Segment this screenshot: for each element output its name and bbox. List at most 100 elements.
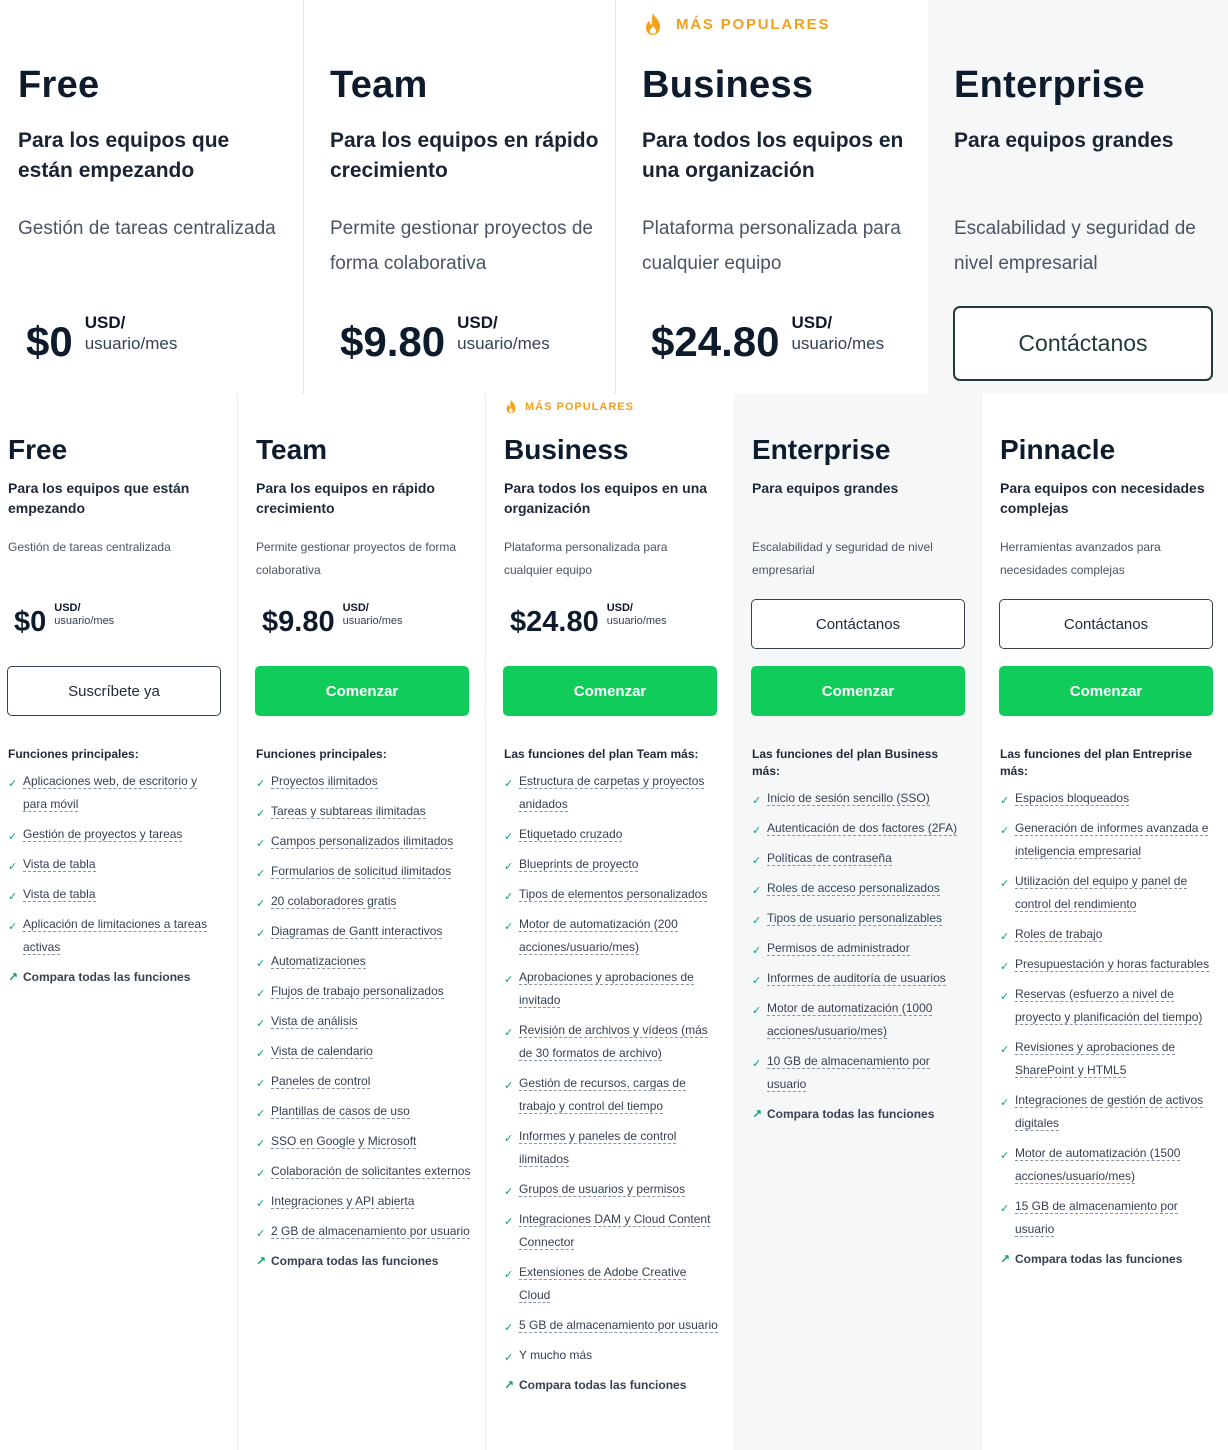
feature-item[interactable]: ✓ Tareas y subtareas ilimitadas: [256, 800, 471, 823]
contact-button[interactable]: Contáctanos: [751, 599, 965, 649]
features-heading: Las funciones del plan Team más:: [504, 747, 699, 761]
feature-item[interactable]: ✓ Colaboración de solicitantes externos: [256, 1160, 471, 1183]
feature-item[interactable]: ✓ Informes y paneles de control ilimitado…: [504, 1125, 719, 1171]
feature-label: Estructura de carpetas y proyectos anida…: [519, 774, 705, 812]
compare-features-link[interactable]: ↗ Compara todas las funciones: [504, 1374, 719, 1397]
feature-item[interactable]: ✓ Integraciones de gestión de activos dig…: [1000, 1089, 1215, 1135]
feature-item[interactable]: ✓ Gestión de recursos, cargas de trabajo …: [504, 1072, 719, 1118]
plan-price: $9.80 USD/usuario/mes: [262, 602, 403, 639]
check-icon: ✓: [504, 778, 514, 790]
feature-item[interactable]: ✓ Automatizaciones: [256, 950, 471, 973]
check-icon: ✓: [504, 1186, 514, 1198]
feature-item[interactable]: ✓ Extensiones de Adobe Creative Cloud: [504, 1261, 719, 1307]
feature-item[interactable]: ✓ Flujos de trabajo personalizados: [256, 980, 471, 1003]
feature-item[interactable]: ✓ Revisión de archivos y vídeos (más de 3…: [504, 1019, 719, 1065]
feature-item[interactable]: ✓ Aplicación de limitaciones a tareas act…: [8, 913, 223, 959]
feature-item[interactable]: ✓ Aplicaciones web, de escritorio y para …: [8, 770, 223, 816]
subscribe-button[interactable]: Suscríbete ya: [7, 666, 221, 716]
feature-item[interactable]: ✓ Políticas de contraseña: [752, 847, 967, 870]
plan-subtitle: Para todos los equipos en una organizaci…: [642, 129, 904, 182]
feature-item[interactable]: ✓ Vista de tabla: [8, 883, 223, 906]
feature-item[interactable]: ✓ Generación de informes avanzada e intel…: [1000, 817, 1215, 863]
feature-item[interactable]: ✓ 10 GB de almacenamiento por usuario: [752, 1050, 967, 1096]
feature-item[interactable]: ✓ 2 GB de almacenamiento por usuario: [256, 1220, 471, 1243]
feature-item[interactable]: ✓ Roles de trabajo: [1000, 923, 1215, 946]
plan-price: $24.80 USD/usuario/mes: [651, 312, 884, 366]
feature-item[interactable]: ✓ Motor de automatización (1000 acciones/…: [752, 997, 967, 1043]
feature-item[interactable]: ✓ Gestión de proyectos y tareas: [8, 823, 223, 846]
feature-item[interactable]: ✓ Presupuestación y horas facturables: [1000, 953, 1215, 976]
feature-item[interactable]: ✓ Formularios de solicitud ilimitados: [256, 860, 471, 883]
check-icon: ✓: [1000, 991, 1010, 1003]
compare-features-link[interactable]: ↗ Compara todas las funciones: [8, 966, 223, 989]
pricing-table: Free Para los equipos que están empezand…: [0, 394, 1228, 1450]
feature-item[interactable]: ✓ Proyectos ilimitados: [256, 770, 471, 793]
compare-features-link[interactable]: ↗ Compara todas las funciones: [256, 1250, 471, 1273]
feature-item[interactable]: ✓ Roles de acceso personalizados: [752, 877, 967, 900]
feature-item[interactable]: ✓ Revisiones y aprobaciones de SharePoint…: [1000, 1036, 1215, 1082]
contact-button[interactable]: Contáctanos: [999, 599, 1213, 649]
compare-label: Compara todas las funciones: [767, 1107, 935, 1121]
plan-name: Enterprise: [954, 64, 1145, 106]
feature-item[interactable]: ✓ Etiquetado cruzado: [504, 823, 719, 846]
feature-item[interactable]: ✓ 20 colaboradores gratis: [256, 890, 471, 913]
feature-item[interactable]: ✓ Vista de calendario: [256, 1040, 471, 1063]
check-icon: ✓: [1000, 931, 1010, 943]
feature-label: Reservas (esfuerzo a nivel de proyecto y…: [1015, 987, 1203, 1025]
popular-label: MÁS POPULARES: [525, 400, 634, 413]
feature-item[interactable]: ✓ Vista de tabla: [8, 853, 223, 876]
check-icon: ✓: [504, 1080, 514, 1092]
feature-item[interactable]: ✓ Estructura de carpetas y proyectos anid…: [504, 770, 719, 816]
feature-item[interactable]: ✓ Espacios bloqueados: [1000, 787, 1215, 810]
feature-item[interactable]: ✓ Autenticación de dos factores (2FA): [752, 817, 967, 840]
feature-label: Colaboración de solicitantes externos: [271, 1164, 471, 1179]
feature-label: Formularios de solicitud ilimitados: [271, 864, 452, 879]
check-icon: ✓: [504, 831, 514, 843]
check-icon: ✓: [504, 891, 514, 903]
start-button[interactable]: Comenzar: [751, 666, 965, 716]
start-button[interactable]: Comenzar: [999, 666, 1213, 716]
feature-item[interactable]: ✓ Integraciones y API abierta: [256, 1190, 471, 1213]
feature-label: Generación de informes avanzada e inteli…: [1015, 821, 1209, 859]
feature-item[interactable]: ✓ Inicio de sesión sencillo (SSO): [752, 787, 967, 810]
features-heading: Las funciones del plan Entreprise más:: [1000, 747, 1193, 778]
feature-item[interactable]: ✓ Aprobaciones y aprobaciones de invitado: [504, 966, 719, 1012]
feature-item[interactable]: ✓ 15 GB de almacenamiento por usuario: [1000, 1195, 1215, 1241]
feature-label: Vista de análisis: [271, 1014, 358, 1029]
feature-item[interactable]: ✓ Tipos de elementos personalizados: [504, 883, 719, 906]
feature-item[interactable]: ✓ Diagramas de Gantt interactivos: [256, 920, 471, 943]
feature-item[interactable]: ✓ Motor de automatización (1500 acciones/…: [1000, 1142, 1215, 1188]
feature-item[interactable]: ✓ Motor de automatización (200 acciones/u…: [504, 913, 719, 959]
plan-subtitle: Para los equipos que están empezando: [8, 480, 190, 516]
feature-item[interactable]: ✓ 5 GB de almacenamiento por usuario: [504, 1314, 719, 1337]
feature-item[interactable]: ✓ Reservas (esfuerzo a nivel de proyecto …: [1000, 983, 1215, 1029]
check-icon: ✓: [504, 1216, 514, 1228]
feature-item[interactable]: ✓ SSO en Google y Microsoft: [256, 1130, 471, 1153]
feature-label: Espacios bloqueados: [1015, 791, 1130, 806]
feature-item[interactable]: ✓ Y mucho más: [504, 1344, 719, 1367]
feature-label: Blueprints de proyecto: [519, 857, 639, 872]
plan-name: Business: [642, 64, 814, 106]
plan-price: $24.80 USD/usuario/mes: [510, 602, 667, 639]
feature-item[interactable]: ✓ Paneles de control: [256, 1070, 471, 1093]
column-divider: [981, 394, 982, 1450]
compare-features-link[interactable]: ↗ Compara todas las funciones: [752, 1103, 967, 1126]
feature-item[interactable]: ✓ Utilización del equipo y panel de contr…: [1000, 870, 1215, 916]
plan-name: Business: [504, 434, 629, 465]
start-button[interactable]: Comenzar: [503, 666, 717, 716]
feature-item[interactable]: ✓ Campos personalizados ilimitados: [256, 830, 471, 853]
compare-features-link[interactable]: ↗ Compara todas las funciones: [1000, 1248, 1215, 1271]
plan-description: Escalabilidad y seguridad de nivel empre…: [752, 540, 933, 577]
feature-label: Motor de automatización (1500 acciones/u…: [1015, 1146, 1181, 1184]
feature-item[interactable]: ✓ Grupos de usuarios y permisos: [504, 1178, 719, 1201]
feature-label: 5 GB de almacenamiento por usuario: [519, 1318, 718, 1333]
feature-item[interactable]: ✓ Permisos de administrador: [752, 937, 967, 960]
contact-button[interactable]: Contáctanos: [953, 306, 1213, 381]
feature-item[interactable]: ✓ Informes de auditoría de usuarios: [752, 967, 967, 990]
start-button[interactable]: Comenzar: [255, 666, 469, 716]
feature-item[interactable]: ✓ Blueprints de proyecto: [504, 853, 719, 876]
feature-item[interactable]: ✓ Integraciones DAM y Cloud Content Conne…: [504, 1208, 719, 1254]
feature-item[interactable]: ✓ Plantillas de casos de uso: [256, 1100, 471, 1123]
feature-item[interactable]: ✓ Vista de análisis: [256, 1010, 471, 1033]
feature-item[interactable]: ✓ Tipos de usuario personalizables: [752, 907, 967, 930]
